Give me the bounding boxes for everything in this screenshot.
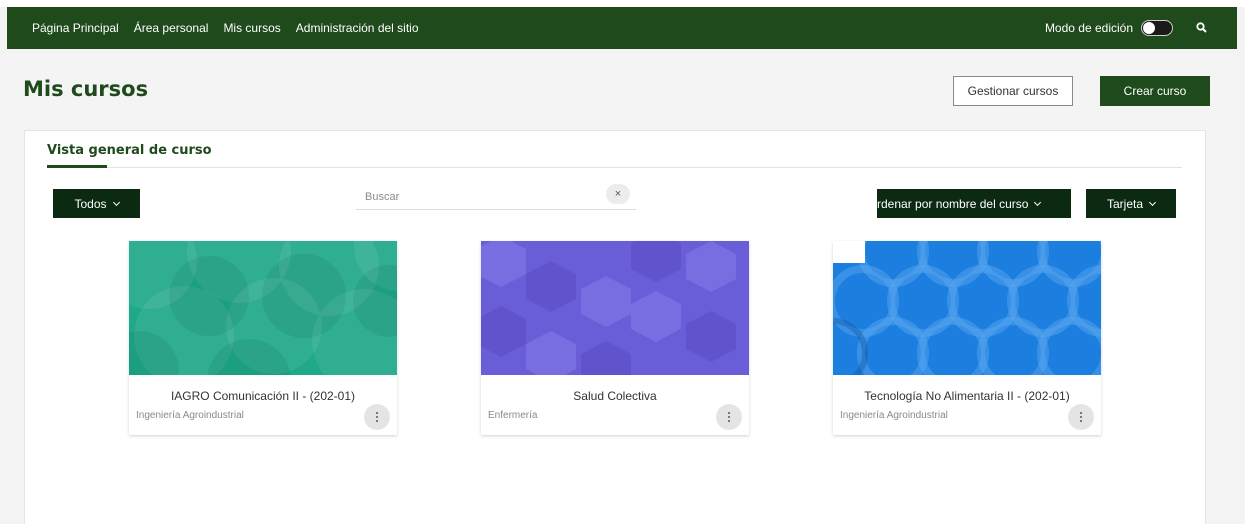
nav-link-home[interactable]: Página Principal xyxy=(32,21,119,35)
course-menu-button[interactable] xyxy=(364,404,390,430)
course-category: Enfermería xyxy=(488,410,538,421)
search-placeholder: Buscar xyxy=(365,191,400,203)
course-category: Ingeniería Agroindustrial xyxy=(840,410,948,421)
dot-icon xyxy=(1080,420,1082,422)
nav-link-my-courses[interactable]: Mis cursos xyxy=(223,21,280,35)
dot-icon xyxy=(376,420,378,422)
manage-courses-button[interactable]: Gestionar cursos xyxy=(953,76,1073,106)
create-course-button[interactable]: Crear curso xyxy=(1100,76,1210,106)
dot-icon xyxy=(728,420,730,422)
nav-links: Página Principal Área personal Mis curso… xyxy=(32,7,419,49)
edit-mode-label: Modo de edición xyxy=(1044,21,1133,35)
course-title[interactable]: Salud Colectiva xyxy=(481,389,749,403)
course-menu-button[interactable] xyxy=(1068,404,1094,430)
dot-icon xyxy=(1080,416,1082,418)
navbar: Página Principal Área personal Mis curso… xyxy=(7,7,1237,49)
panel-title-underline xyxy=(47,165,107,168)
filter-label: Todos xyxy=(74,196,107,211)
toggle-knob xyxy=(1143,22,1155,34)
nav-right: Modo de edición xyxy=(1045,7,1209,49)
chevron-down-icon xyxy=(1034,198,1042,206)
search-icon[interactable] xyxy=(1195,21,1209,35)
view-label: Tarjeta xyxy=(1106,196,1144,211)
course-card[interactable]: Salud Colectiva Enfermería xyxy=(481,241,749,435)
course-image[interactable] xyxy=(481,241,749,375)
filter-dropdown[interactable]: Todos xyxy=(53,189,140,218)
panel-divider xyxy=(47,167,1182,168)
course-menu-button[interactable] xyxy=(716,404,742,430)
search-input[interactable]: Buscar × xyxy=(356,184,636,210)
dot-icon xyxy=(1080,412,1082,414)
course-title[interactable]: IAGRO Comunicación II - (202-01) xyxy=(129,389,397,403)
top-strip xyxy=(0,0,1245,7)
dot-icon xyxy=(728,412,730,414)
course-card[interactable]: Tecnología No Alimentaria II - (202-01) … xyxy=(833,241,1101,435)
page-title: Mis cursos xyxy=(23,77,149,101)
nav-link-site-admin[interactable]: Administración del sitio xyxy=(296,21,419,35)
dot-icon xyxy=(376,412,378,414)
panel-title: Vista general de curso xyxy=(47,143,212,158)
view-dropdown[interactable]: Tarjeta xyxy=(1086,189,1176,218)
course-category: Ingeniería Agroindustrial xyxy=(136,410,244,421)
sort-label: rdenar por nombre del curso xyxy=(877,196,1029,211)
chevron-down-icon xyxy=(1148,198,1157,206)
nav-link-personal-area[interactable]: Área personal xyxy=(134,21,209,35)
dot-icon xyxy=(728,416,730,418)
sort-dropdown[interactable]: rdenar por nombre del curso xyxy=(849,189,1071,218)
dot-icon xyxy=(376,416,378,418)
course-image[interactable] xyxy=(833,241,1101,375)
chevron-down-icon xyxy=(112,198,120,206)
edit-mode-toggle[interactable] xyxy=(1141,20,1173,36)
course-image[interactable] xyxy=(129,241,397,375)
course-title[interactable]: Tecnología No Alimentaria II - (202-01) xyxy=(833,389,1101,403)
sort-overlay xyxy=(849,189,877,218)
clear-search-button[interactable]: × xyxy=(606,184,630,204)
course-card[interactable]: IAGRO Comunicación II - (202-01) Ingenie… xyxy=(129,241,397,435)
